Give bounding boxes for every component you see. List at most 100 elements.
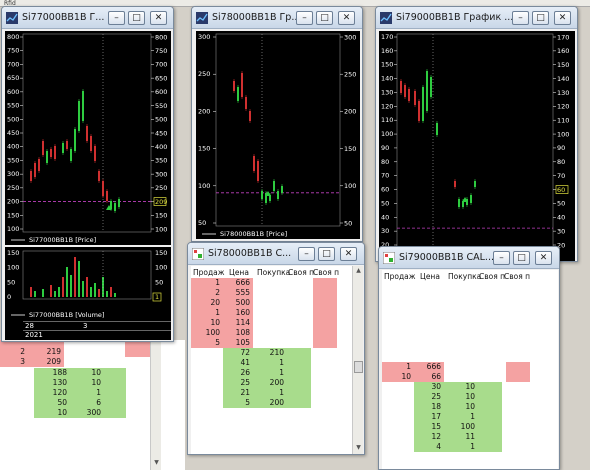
column-header[interactable]: Своя п	[479, 272, 505, 281]
scroll-down-arrow-icon[interactable]: ▼	[152, 459, 161, 468]
maximize-button[interactable]: □	[128, 11, 145, 25]
axis-tick-label: 650	[155, 74, 167, 82]
axis-tick-label: 100	[381, 130, 393, 138]
buy-order-row[interactable]: 17 1	[382, 412, 558, 422]
candle-body	[281, 186, 283, 193]
close-button[interactable]: ✕	[554, 11, 571, 25]
window-titlebar[interactable]: Si78000BB1B C... – □ ✕	[188, 243, 364, 265]
column-header[interactable]: Своя п	[504, 272, 530, 281]
order-cell: 21	[223, 388, 253, 398]
chart-window-si79000[interactable]: Si79000BB1B График ... – □ ✕ 170 160 150 14…	[375, 6, 578, 262]
close-button[interactable]: ✕	[338, 11, 355, 25]
chart-window-si78000[interactable]: Si78000BB1B Гр... – □ ✕ 300 250 200 150 100 5…	[191, 6, 363, 242]
window-titlebar[interactable]: Si78000BB1B Гр... – □ ✕	[192, 7, 362, 29]
volume-chart[interactable]: 1501501001005050001Si77000BB1B [Volume]	[5, 247, 171, 321]
sell-order-row[interactable]: 10 114	[191, 318, 351, 328]
sell-order-row[interactable]: 10 66	[382, 372, 558, 382]
price-chart[interactable]: 170 160 150 140 130 120 110 100 90 80 70 60 50 40 30 20…	[379, 31, 575, 261]
minimize-button[interactable]: –	[298, 247, 315, 261]
vertical-scrollbar[interactable]: ▲ ▼	[352, 266, 363, 454]
scroll-thumb[interactable]	[354, 361, 363, 373]
sell-order-row[interactable]: 100 108	[191, 328, 351, 338]
axis-tick-label: 30	[381, 227, 389, 235]
chart-window-si77000[interactable]: Si77000BB1B Г... – □ ✕ 800 750 700 650 600 55…	[1, 6, 174, 342]
sell-order-row[interactable]: 1 666	[382, 362, 558, 372]
column-header[interactable]: Покупка	[257, 268, 290, 277]
price-chart-svg: 1701601501401301201101009080706050403020…	[381, 33, 569, 260]
axis-tick-label: 450	[155, 129, 167, 137]
footer-cell: 3	[83, 322, 88, 330]
maximize-button[interactable]: □	[513, 251, 530, 265]
maximize-button[interactable]: □	[532, 11, 549, 25]
buy-order-row[interactable]: 25 10	[382, 392, 558, 402]
vertical-scrollbar[interactable]: ▼	[150, 340, 161, 470]
candle-body	[237, 87, 239, 101]
order-cell: 114	[223, 318, 253, 328]
candle-body	[454, 181, 456, 187]
order-book-window-si79000[interactable]: Si79000BB1B CAL... – □ ✕ Продаж Цена Пок…	[378, 246, 560, 470]
buy-order-row[interactable]: 41	[382, 442, 558, 452]
candle-body	[54, 146, 56, 159]
window-titlebar[interactable]: Si79000BB1B CAL... – □ ✕	[379, 247, 559, 269]
order-book-window-si78000[interactable]: Si78000BB1B C... – □ ✕ Продаж Цена Покуп…	[187, 242, 365, 455]
scroll-up-arrow-icon[interactable]: ▲	[354, 267, 363, 276]
buy-order-row[interactable]: 72 210	[191, 348, 351, 358]
window-titlebar[interactable]: Si77000BB1B Г... – □ ✕	[2, 7, 173, 29]
sell-order-row[interactable]: 2 555	[191, 288, 351, 298]
minimize-button[interactable]: –	[512, 11, 529, 25]
buy-order-row[interactable]: 41 1	[191, 358, 351, 368]
maximize-button[interactable]: □	[316, 11, 333, 25]
buy-order-row[interactable]: 15 100	[382, 422, 558, 432]
column-header[interactable]: Покупка	[448, 272, 481, 281]
candle-body	[50, 149, 52, 157]
order-cell: 5	[223, 398, 253, 408]
column-header[interactable]: Продаж	[193, 268, 225, 277]
candle-body	[400, 81, 402, 93]
order-cell	[478, 402, 502, 412]
volume-bar	[106, 291, 108, 297]
column-header[interactable]: Своя п	[288, 268, 314, 277]
close-button[interactable]: ✕	[535, 251, 552, 265]
minimize-button[interactable]: –	[296, 11, 313, 25]
close-button[interactable]: ✕	[150, 11, 167, 25]
axis-tick-label: 90	[381, 144, 389, 152]
minimize-button[interactable]: –	[108, 11, 125, 25]
axis-tick-label: 100	[155, 225, 167, 233]
price-chart[interactable]: 300 250 200 150 100 50 300 250 200 150 100 50 Si7800…	[196, 31, 360, 239]
axis-tick-label: 300	[155, 170, 167, 178]
price-chart[interactable]: 800 750 700 650 600 550 500 450 400 350 300 250 200 1…	[5, 31, 171, 245]
axis-tick-label: 700	[155, 61, 167, 69]
buy-order-row[interactable]: 26 1	[191, 368, 351, 378]
buy-order-row[interactable]: 12 11	[382, 432, 558, 442]
scroll-down-arrow-icon[interactable]: ▼	[354, 444, 363, 453]
close-button[interactable]: ✕	[340, 247, 357, 261]
sell-order-row[interactable]: 1 160	[191, 308, 351, 318]
column-header[interactable]: Цена	[229, 268, 249, 277]
buy-order-row[interactable]: 25 200	[191, 378, 351, 388]
order-cell: 10	[444, 382, 478, 392]
column-header[interactable]: Цена	[420, 272, 440, 281]
candle-body	[102, 181, 104, 196]
buy-order-row[interactable]: 30 10	[382, 382, 558, 392]
axis-tick-label: 600	[7, 88, 19, 96]
volume-bar	[110, 287, 112, 297]
sell-order-row[interactable]: 1 666	[191, 278, 351, 288]
sell-order-row[interactable]: 5 105	[191, 338, 351, 348]
buy-order-row[interactable]: 21 1	[191, 388, 351, 398]
column-header[interactable]: Своя п	[313, 268, 339, 277]
minimize-button[interactable]: –	[493, 251, 510, 265]
maximize-button[interactable]: □	[318, 247, 335, 261]
sell-order-row[interactable]: 20 500	[191, 298, 351, 308]
buy-order-row[interactable]: 5 200	[191, 398, 351, 408]
order-cell: 1	[253, 388, 287, 398]
candle-body	[34, 163, 36, 177]
order-cell: 108	[223, 328, 253, 338]
axis-tick-label: 250	[344, 71, 356, 79]
column-header[interactable]: Продаж	[384, 272, 416, 281]
axis-tick-label: 150	[7, 249, 19, 257]
window-title: Si78000BB1B Гр...	[212, 12, 301, 23]
buy-order-row[interactable]: 18 10	[382, 402, 558, 412]
order-cell: 25	[223, 378, 253, 388]
background-order-table: 2 219 3 209 188 10 130 10 120 1 50 6 10 …	[0, 340, 185, 470]
window-titlebar[interactable]: Si79000BB1B График ... – □ ✕	[376, 7, 577, 29]
